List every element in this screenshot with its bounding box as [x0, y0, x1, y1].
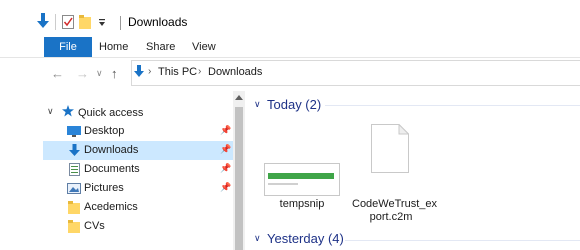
download-arrow-icon	[134, 65, 144, 77]
scroll-up-arrow-icon[interactable]	[235, 95, 243, 100]
sidebar-item-pictures[interactable]: Pictures 📌	[43, 179, 233, 198]
file-name-tempsnip[interactable]: tempsnip	[270, 198, 334, 210]
window-title: Downloads	[128, 15, 188, 29]
pin-icon[interactable]: 📌	[220, 182, 231, 193]
blank-file-icon[interactable]	[371, 124, 409, 173]
quick-access-dropdown-icon[interactable]	[98, 19, 106, 27]
breadcrumb-this-pc[interactable]: This PC	[158, 66, 197, 78]
group-header-today[interactable]: Today (2)	[267, 97, 321, 112]
forward-button[interactable]: →	[76, 66, 89, 81]
thumbnail-green-bar	[268, 173, 334, 179]
breadcrumb-downloads[interactable]: Downloads	[208, 66, 262, 78]
chevron-down-icon[interactable]: ∨	[47, 106, 54, 117]
ribbon-tabs: File Home Share View	[0, 37, 580, 58]
back-button[interactable]: ←	[51, 66, 64, 81]
sidebar-item-label: Desktop	[84, 125, 125, 137]
pin-icon[interactable]: 📌	[220, 163, 231, 174]
tab-home[interactable]: Home	[99, 37, 128, 57]
document-icon	[69, 163, 80, 176]
thumbnail-line	[268, 183, 298, 185]
up-button[interactable]: ↑	[111, 66, 118, 81]
desktop-icon	[67, 126, 81, 137]
group-header-yesterday[interactable]: Yesterday (4)	[267, 231, 344, 246]
tab-view[interactable]: View	[192, 37, 216, 57]
arrow-left-icon: ←	[51, 66, 64, 81]
title-separator	[120, 16, 121, 30]
scrollbar-thumb[interactable]	[235, 107, 243, 250]
chevron-right-icon: ›	[148, 66, 152, 77]
sidebar-item-label: Documents	[84, 163, 140, 175]
pin-icon[interactable]: 📌	[220, 125, 231, 136]
navigation-scrollbar[interactable]	[233, 91, 245, 250]
recent-locations-button[interactable]: ∨	[96, 68, 103, 79]
properties-checkbox-icon[interactable]	[62, 15, 74, 29]
arrow-up-icon: ↑	[111, 66, 118, 81]
group-divider	[345, 240, 580, 241]
group-divider	[325, 105, 580, 106]
tab-file[interactable]: File	[44, 37, 92, 57]
sidebar-item-documents[interactable]: Documents 📌	[43, 160, 233, 179]
star-icon	[62, 105, 74, 117]
download-arrow-icon	[37, 13, 49, 28]
file-name-line2[interactable]: port.c2m	[352, 211, 430, 223]
sidebar-item-label: Pictures	[84, 182, 124, 194]
chevron-down-icon: ∨	[96, 68, 103, 78]
folder-icon	[68, 220, 80, 233]
file-name-line1[interactable]: CodeWeTrust_ex	[352, 198, 437, 210]
chevron-right-icon: ›	[198, 66, 202, 77]
tab-share[interactable]: Share	[146, 37, 175, 57]
pictures-icon	[67, 183, 81, 194]
sidebar-item-desktop[interactable]: Desktop 📌	[43, 122, 233, 141]
sidebar-item-label: CVs	[84, 220, 105, 232]
quick-access-label[interactable]: Quick access	[78, 107, 143, 119]
title-bar: Downloads	[0, 0, 580, 36]
sidebar-item-cvs[interactable]: CVs	[43, 217, 233, 236]
file-thumbnail-tempsnip[interactable]	[264, 163, 340, 196]
chevron-down-icon[interactable]: ∨	[254, 99, 261, 110]
sidebar-item-label: Downloads	[84, 144, 139, 156]
pin-icon[interactable]: 📌	[220, 144, 231, 155]
arrow-right-icon: →	[76, 66, 89, 81]
new-folder-icon[interactable]	[79, 15, 92, 29]
chevron-down-icon[interactable]: ∨	[254, 233, 261, 244]
folder-icon	[68, 201, 80, 214]
sidebar-item-downloads[interactable]: Downloads 📌	[43, 141, 233, 160]
sidebar-item-label: Acedemics	[84, 201, 138, 213]
sidebar-item-acedemics[interactable]: Acedemics	[43, 198, 233, 217]
download-arrow-icon	[69, 144, 80, 156]
